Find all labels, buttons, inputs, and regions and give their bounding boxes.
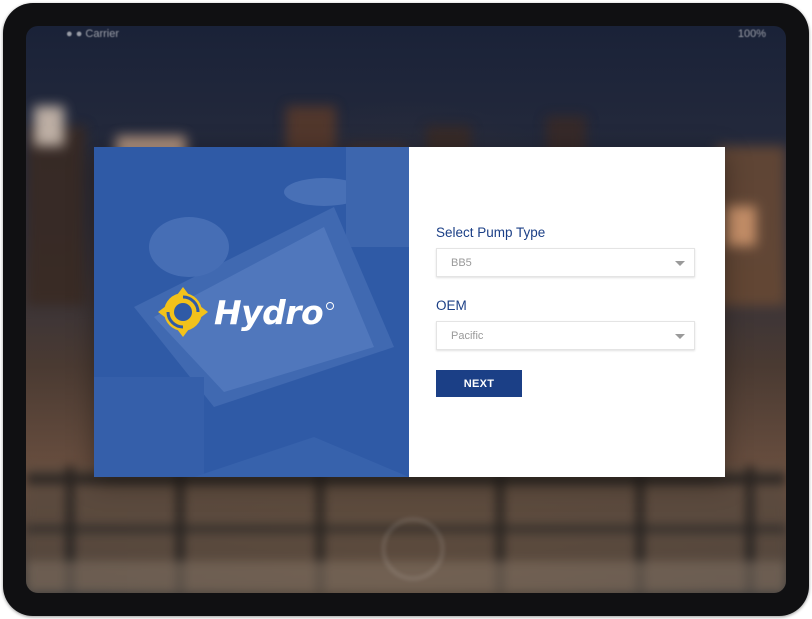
- next-button[interactable]: NEXT: [436, 370, 522, 397]
- login-card: Hydro Select Pump Type BB5 OEM Pacific N…: [94, 147, 725, 477]
- status-bar-left: ● ● Carrier: [66, 28, 120, 40]
- brand-panel: Hydro: [94, 147, 409, 477]
- pump-type-label: Select Pump Type: [436, 225, 546, 240]
- pump-type-select[interactable]: BB5: [436, 248, 695, 277]
- tablet-frame: ● ● Carrier 100% Hydro Select Pump Type …: [3, 3, 809, 616]
- home-button-indicator: [382, 518, 444, 580]
- registered-mark-icon: [326, 302, 335, 310]
- chevron-down-icon: [675, 261, 685, 266]
- status-bar-right: 100%: [737, 28, 766, 40]
- hydro-logo: Hydro: [156, 285, 335, 339]
- pump-selection-form: Select Pump Type BB5 OEM Pacific NEXT: [409, 147, 725, 477]
- oem-select[interactable]: Pacific: [436, 321, 695, 350]
- chevron-down-icon: [675, 334, 685, 339]
- pump-type-value: BB5: [451, 257, 472, 269]
- brand-name: Hydro: [214, 292, 324, 332]
- oem-label: OEM: [436, 298, 467, 313]
- app-screen: ● ● Carrier 100% Hydro Select Pump Type …: [26, 26, 786, 593]
- gear-icon: [158, 287, 208, 337]
- oem-value: Pacific: [451, 330, 484, 342]
